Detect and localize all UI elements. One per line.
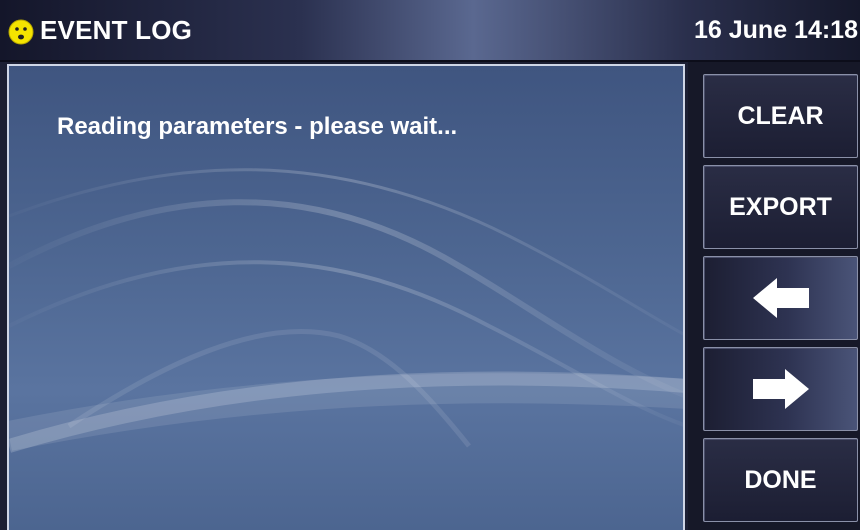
previous-button[interactable] — [703, 256, 858, 340]
export-button[interactable]: EXPORT — [703, 165, 858, 249]
smiley-icon — [8, 19, 34, 45]
log-display-panel: Reading parameters - please wait... — [7, 64, 685, 530]
arrow-left-icon — [752, 278, 809, 318]
title-bar: EVENT LOG 16 June 14:18 — [0, 0, 860, 62]
next-button[interactable] — [703, 347, 858, 431]
clear-button-label: CLEAR — [737, 101, 824, 130]
export-button-label: EXPORT — [729, 192, 832, 221]
date-time: 16 June 14:18 — [694, 16, 858, 44]
done-button[interactable]: DONE — [703, 438, 858, 522]
page-title: EVENT LOG — [40, 15, 193, 45]
clear-button[interactable]: CLEAR — [703, 74, 858, 158]
done-button-label: DONE — [744, 465, 817, 494]
status-message: Reading parameters - please wait... — [57, 113, 458, 140]
event-log-screen: EVENT LOG 16 June 14:18 Reading paramete… — [0, 0, 860, 530]
arrow-right-icon — [752, 369, 809, 409]
